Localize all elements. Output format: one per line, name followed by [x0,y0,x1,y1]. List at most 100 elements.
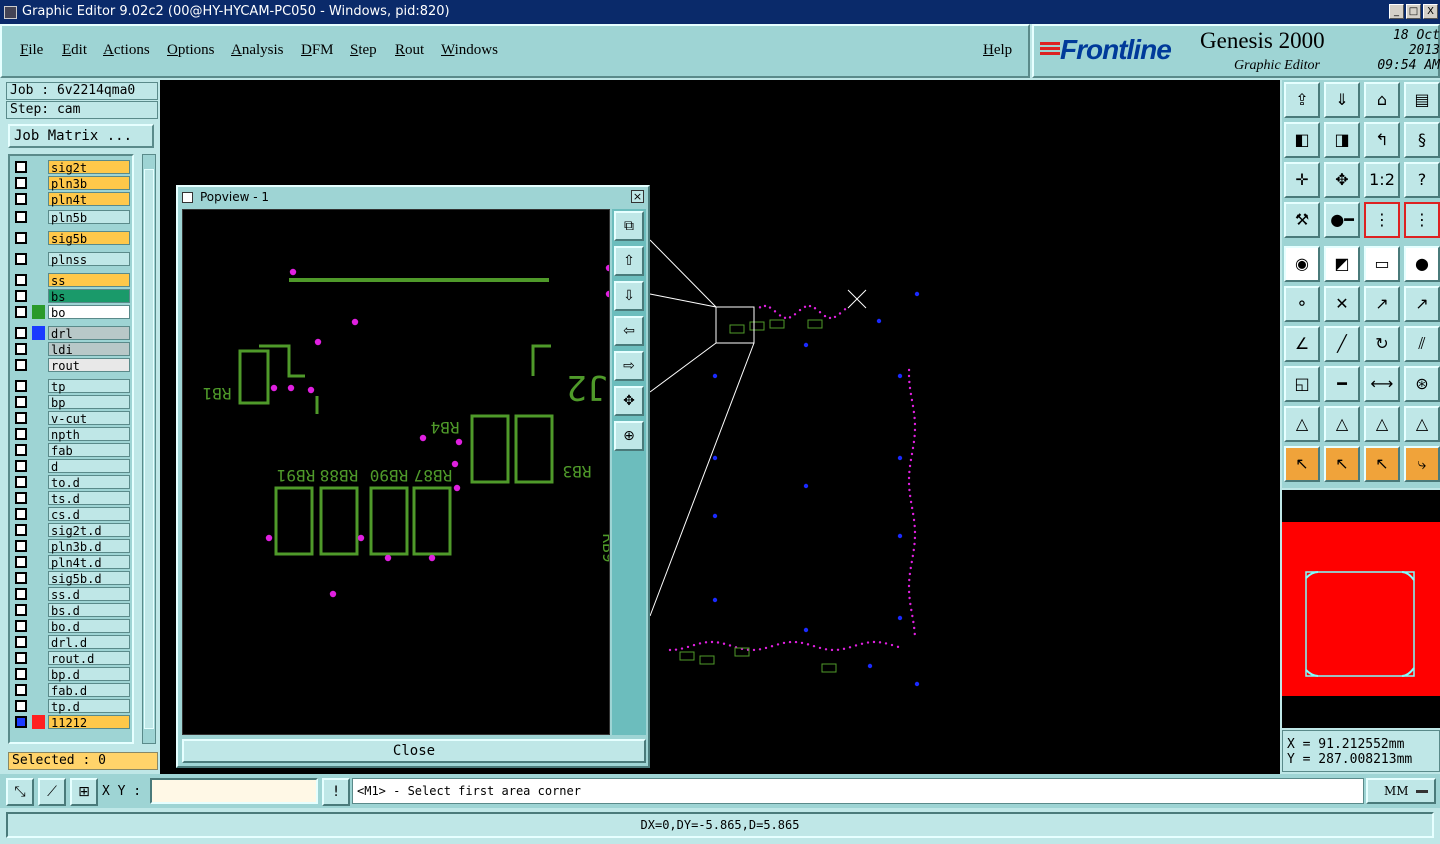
pointer-icon[interactable]: ↖ [1284,446,1320,482]
layer-checkbox[interactable] [15,556,27,568]
layer-row[interactable]: pln3b [12,176,130,191]
layer-name[interactable]: bp.d [48,667,130,682]
layer-name[interactable]: tp.d [48,699,130,714]
draw-line-icon[interactable]: ◩ [1324,246,1360,282]
layer-row[interactable]: rout [12,358,130,373]
layer-scrollbar[interactable] [142,154,156,744]
angle-icon[interactable]: ∠ [1284,326,1320,362]
layer-row[interactable]: npth [12,427,130,442]
copy-icon[interactable]: ↗ [1404,286,1440,322]
maximize-button[interactable]: □ [1406,4,1421,19]
layer-row[interactable]: d [12,459,130,474]
popview-window[interactable]: Popview - 1 × RB1 RB4 RB3 RB91 RB88 RB90 [176,185,650,768]
menu-dfm[interactable]: DFM [301,42,334,59]
delete-icon[interactable]: ✕ [1324,286,1360,322]
layer-row[interactable]: ss [12,273,130,288]
layer-row[interactable]: sig2t.d [12,523,130,538]
layer-checkbox[interactable] [15,253,27,265]
zoom-home-icon[interactable]: ✛ [1284,162,1320,198]
layer-name[interactable]: rout.d [48,651,130,666]
layer-name[interactable]: fab [48,443,130,458]
layer-name[interactable]: pln4t [48,192,130,207]
layer-name[interactable]: fab.d [48,683,130,698]
layer-row[interactable]: pln4t [12,192,130,207]
layer-checkbox[interactable] [15,476,27,488]
layer-checkbox[interactable] [15,232,27,244]
layer-name[interactable]: sig5b.d [48,571,130,586]
minimize-button[interactable]: _ [1389,4,1404,19]
layer-row[interactable]: pln4t.d [12,555,130,570]
layer-name[interactable]: drl [48,326,130,341]
popview-canvas[interactable]: RB1 RB4 RB3 RB91 RB88 RB90 RB87 RB9 J2 [182,209,610,735]
layer-checkbox[interactable] [15,274,27,286]
zoom-fit-icon[interactable]: ✥ [1324,162,1360,198]
layer-checkbox[interactable] [15,306,27,318]
snap-angle-icon[interactable]: ⟋ [38,778,66,806]
layer-row[interactable]: bo [12,305,130,320]
layer-checkbox[interactable] [15,540,27,552]
connect-icon[interactable]: ⚬ [1284,286,1320,322]
group-icon[interactable]: ⊛ [1404,366,1440,402]
scale-1-2-icon[interactable]: 1:2 [1364,162,1400,198]
layer-checkbox[interactable] [15,620,27,632]
menu-rout[interactable]: Rout [395,42,424,59]
layer-row[interactable]: bp.d [12,667,130,682]
layer-name[interactable]: bo [48,305,130,320]
triangle-icon[interactable]: △ [1284,406,1320,442]
layer-row[interactable]: drl [12,326,130,341]
menu-windows[interactable]: Windows [441,42,498,59]
layer-checkbox[interactable] [15,290,27,302]
layer-row[interactable]: sig5b [12,231,130,246]
layer-row[interactable]: bs [12,289,130,304]
job-matrix-button[interactable]: Job Matrix ... [8,124,154,148]
layer-row[interactable]: pln3b.d [12,539,130,554]
slash-line-icon[interactable]: ╱ [1324,326,1360,362]
redo-icon[interactable]: ◨ [1324,122,1360,158]
layer-row[interactable]: ldi [12,342,130,357]
pointer-select-icon[interactable]: ↖ [1324,446,1360,482]
layer-checkbox[interactable] [15,524,27,536]
layer-name[interactable]: bo.d [48,619,130,634]
layer-name[interactable]: sig5b [48,231,130,246]
layer-row[interactable]: cs.d [12,507,130,522]
window-layout-icon[interactable]: ▤ [1404,82,1440,118]
layer-name[interactable]: d [48,459,130,474]
pop-pan-left-icon[interactable]: ⇦ [614,316,644,346]
home-icon[interactable]: ⌂ [1364,82,1400,118]
layer-checkbox[interactable] [15,636,27,648]
layer-checkbox[interactable] [15,444,27,456]
layer-checkbox[interactable] [15,412,27,424]
alert-icon[interactable]: ! [322,778,350,806]
layer-row[interactable]: sig2t [12,160,130,175]
layer-checkbox[interactable] [15,428,27,440]
pop-zoom-in-icon[interactable]: ✥ [614,386,644,416]
snake-icon[interactable]: § [1404,122,1440,158]
layer-row[interactable]: bs.d [12,603,130,618]
layer-name[interactable]: ldi [48,342,130,357]
triangle-alt-icon[interactable]: △ [1324,406,1360,442]
layer-checkbox[interactable] [15,684,27,696]
net-layer-icon[interactable]: ⋮ [1364,202,1400,238]
layer-checkbox[interactable] [15,668,27,680]
xy-input[interactable] [150,778,318,804]
layer-name[interactable]: bs [48,289,130,304]
layer-checkbox[interactable] [15,177,27,189]
layer-row[interactable]: to.d [12,475,130,490]
menu-options[interactable]: Options [167,42,215,59]
layer-row[interactable]: ts.d [12,491,130,506]
pop-zoom-fit-icon[interactable]: ⧉ [614,211,644,241]
pop-zoom-out-icon[interactable]: ⊕ [614,421,644,451]
layer-checkbox[interactable] [15,652,27,664]
layer-row[interactable]: sig5b.d [12,571,130,586]
layer-name[interactable]: bp [48,395,130,410]
layer-checkbox[interactable] [15,161,27,173]
open-step-icon[interactable]: ⇪ [1284,82,1320,118]
layer-checkbox[interactable] [15,343,27,355]
layer-row[interactable]: fab [12,443,130,458]
save-icon[interactable]: ⇓ [1324,82,1360,118]
layer-name[interactable]: ss [48,273,130,288]
layer-name[interactable]: to.d [48,475,130,490]
layer-row[interactable]: bp [12,395,130,410]
layer-row[interactable]: pln5b [12,210,130,225]
scroll-thumb[interactable] [144,169,154,729]
